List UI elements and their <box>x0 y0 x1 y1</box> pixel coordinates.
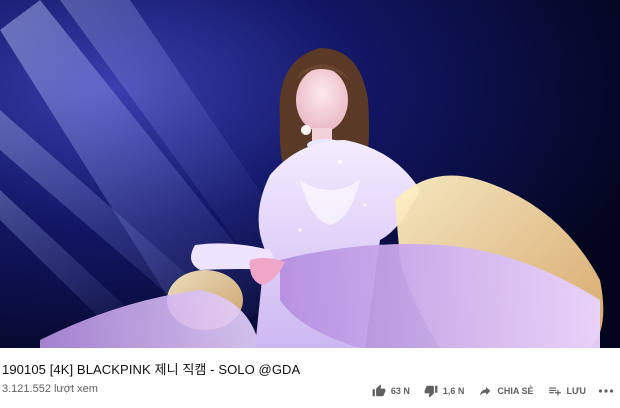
like-count: 63 N <box>390 386 410 396</box>
share-label: CHIA SẺ <box>497 386 534 396</box>
playlist-add-icon <box>548 384 562 398</box>
view-count: 3.121.552 lượt xem <box>2 383 98 395</box>
share-button[interactable]: CHIA SẺ <box>474 380 537 402</box>
video-actions: 63 N 1,6 N CHIA SẺ LƯU <box>368 380 614 402</box>
dislike-count: 1,6 N <box>442 386 465 396</box>
thumbs-down-icon <box>424 384 438 398</box>
more-actions-button[interactable] <box>598 380 614 402</box>
like-button[interactable]: 63 N <box>368 380 414 402</box>
dislike-button[interactable]: 1,6 N <box>420 380 469 402</box>
video-frame <box>0 0 620 348</box>
video-title: 190105 [4K] BLACKPINK 제니 직캠 - SOLO @GDA <box>2 362 301 377</box>
watch-page: 190105 [4K] BLACKPINK 제니 직캠 - SOLO @GDA … <box>0 0 620 408</box>
save-label: LƯU <box>566 386 586 396</box>
thumbs-up-icon <box>372 384 386 398</box>
more-horizontal-icon <box>598 384 614 398</box>
video-player[interactable] <box>0 0 620 348</box>
share-arrow-icon <box>478 384 492 398</box>
save-button[interactable]: LƯU <box>544 380 590 402</box>
